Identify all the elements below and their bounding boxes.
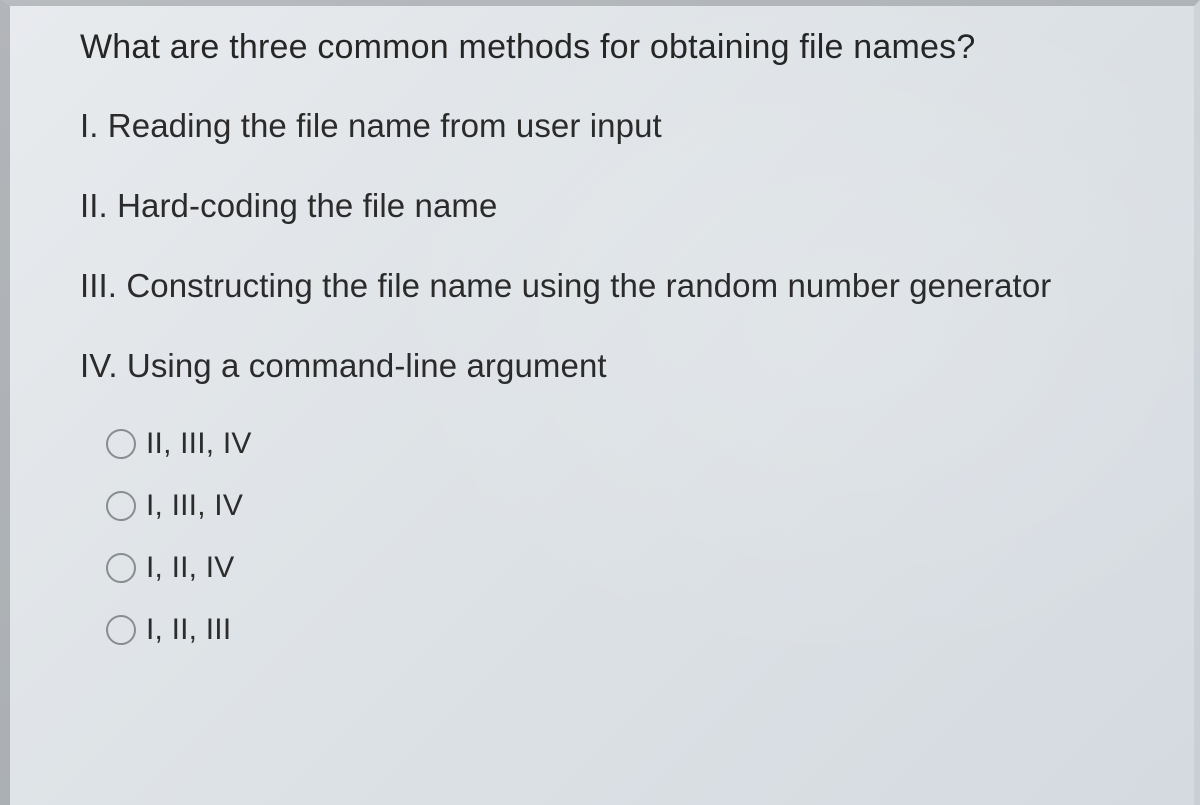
statement-2: II. Hard-coding the file name — [80, 187, 1160, 225]
answer-options: II, III, IV I, III, IV I, II, IV I, II, … — [80, 427, 1160, 647]
statement-4: IV. Using a command-line argument — [80, 347, 1160, 385]
option-c[interactable]: I, II, IV — [106, 551, 1160, 585]
option-a[interactable]: II, III, IV — [106, 427, 1160, 461]
question-text: What are three common methods for obtain… — [80, 28, 1160, 67]
radio-icon[interactable] — [106, 491, 136, 521]
radio-icon[interactable] — [106, 553, 136, 583]
option-d-label: I, II, III — [146, 613, 231, 647]
option-b-label: I, III, IV — [146, 489, 243, 523]
option-d[interactable]: I, II, III — [106, 613, 1160, 647]
option-a-label: II, III, IV — [146, 427, 252, 461]
radio-icon[interactable] — [106, 615, 136, 645]
statement-3: III. Constructing the file name using th… — [80, 267, 1160, 305]
option-c-label: I, II, IV — [146, 551, 235, 585]
statement-1: I. Reading the file name from user input — [80, 107, 1160, 145]
radio-icon[interactable] — [106, 429, 136, 459]
quiz-page: What are three common methods for obtain… — [0, 0, 1200, 695]
option-b[interactable]: I, III, IV — [106, 489, 1160, 523]
